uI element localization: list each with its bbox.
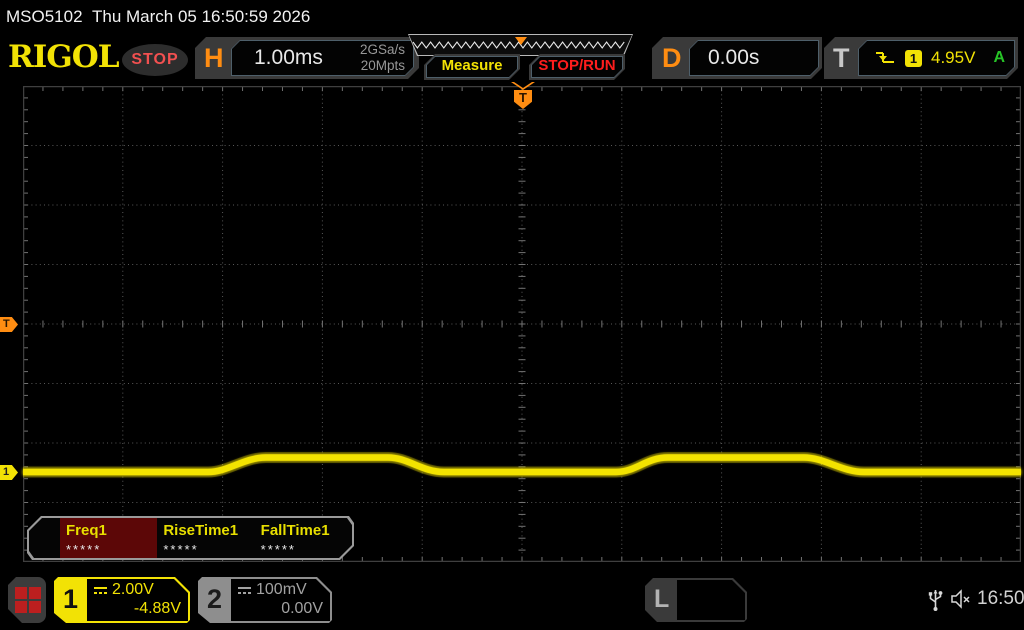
channel1-status[interactable]: 1 2.00V -4.88V <box>54 577 190 623</box>
speaker-mute-icon <box>950 589 975 609</box>
measurement-risetime1[interactable]: RiseTime1 ***** <box>157 518 254 558</box>
delay-settings[interactable]: D 0.00s <box>652 37 822 79</box>
logic-row1: 0 1 2 3 4 5 6 7 <box>683 619 745 630</box>
datetime: Thu March 05 16:50:59 2026 <box>92 7 310 27</box>
channel1-offset: -4.88V <box>93 600 181 618</box>
preview-trigger-position-icon <box>515 37 527 45</box>
channel1-ground-marker[interactable]: 1 <box>0 465 18 480</box>
trigger-level-marker[interactable]: T <box>0 317 18 332</box>
measurement-freq1[interactable]: Freq1 ***** <box>60 518 157 558</box>
delay-label: D <box>662 42 682 74</box>
channel1-scale: 2.00V <box>112 581 154 599</box>
channel2-status[interactable]: 2 100mV 0.00V <box>198 577 332 623</box>
channel2-offset: 0.00V <box>237 600 323 618</box>
measure-button[interactable]: Measure <box>424 54 520 80</box>
trigger-t-icon: T <box>514 90 532 109</box>
trigger-sweep-mode: A <box>993 49 1005 67</box>
trigger-position-marker[interactable]: T <box>509 82 537 110</box>
sample-rate-depth: 2GSa/s 20Mpts <box>360 42 405 74</box>
horizontal-label: H <box>204 42 224 74</box>
logic-label: L <box>654 585 669 614</box>
menu-grid-icon <box>15 587 27 599</box>
delay-value: 0.00s <box>708 46 759 70</box>
oscilloscope-screen: MSO5102 Thu March 05 16:50:59 2026 RIGOL… <box>0 0 1024 630</box>
measurement-panel[interactable]: Freq1 ***** RiseTime1 ***** FallTime1 **… <box>27 516 354 560</box>
dc-coupling-icon <box>237 585 252 596</box>
waveform-preview-strip[interactable] <box>408 34 633 56</box>
graticule <box>23 86 1021 562</box>
timebase-value: 1.00ms <box>254 46 323 70</box>
status-bar: MSO5102 Thu March 05 16:50:59 2026 <box>0 0 1024 32</box>
trigger-box[interactable]: 1 4.95V A <box>858 40 1015 76</box>
trigger-source-badge: 1 <box>905 50 922 67</box>
usb-icon <box>928 585 943 613</box>
channel2-scale: 100mV <box>256 581 307 599</box>
trigger-settings[interactable]: T 1 4.95V A <box>824 37 1018 79</box>
rigol-logo: RIGOL <box>8 42 119 73</box>
trigger-hollow-triangle-icon <box>511 82 535 90</box>
run-state-indicator[interactable]: STOP <box>122 44 188 76</box>
horizontal-box[interactable]: 1.00ms 2GSa/s 20Mpts <box>231 40 414 76</box>
clock: 16:50 <box>977 588 1024 610</box>
dc-coupling-icon <box>93 585 108 596</box>
falling-edge-icon <box>874 50 896 66</box>
logic-channels-status[interactable]: L 0 1 2 3 4 5 6 7 8 9 1011 12131415 <box>645 578 747 622</box>
trigger-label: T <box>833 42 850 74</box>
measurement-falltime1[interactable]: FallTime1 ***** <box>255 518 352 558</box>
delay-box[interactable]: 0.00s <box>689 40 819 76</box>
model-name: MSO5102 <box>6 7 83 27</box>
trigger-level-value: 4.95V <box>931 48 975 68</box>
horizontal-settings[interactable]: H 1.00ms 2GSa/s 20Mpts <box>195 37 419 79</box>
stop-run-button[interactable]: STOP/RUN <box>529 54 625 80</box>
menu-grid-button[interactable] <box>8 577 46 623</box>
